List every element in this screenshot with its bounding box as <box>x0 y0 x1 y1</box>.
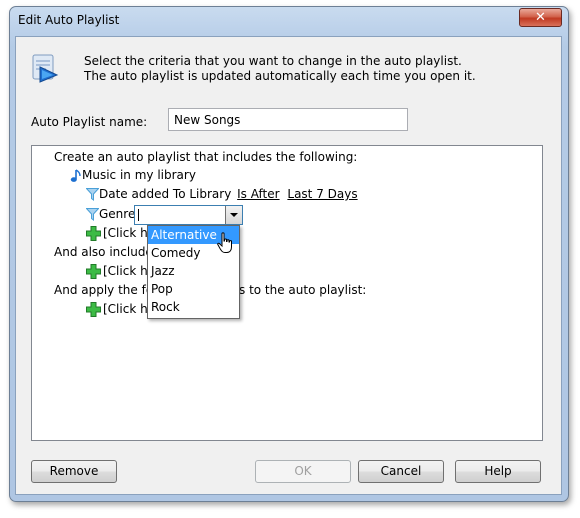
ok-button[interactable]: OK <box>255 460 351 483</box>
genre-option[interactable]: Rock <box>148 298 239 316</box>
filter-icon <box>86 208 99 221</box>
playlist-name-input[interactable] <box>168 108 408 131</box>
rule-date-added[interactable]: Date added To Library Is After Last 7 Da… <box>86 186 358 202</box>
header-line-1: Select the criteria that you want to cha… <box>84 54 462 68</box>
genre-dropdown-list[interactable]: Alternative Comedy Jazz Pop Rock <box>147 225 240 319</box>
chevron-down-icon <box>230 213 238 217</box>
header-description: Select the criteria that you want to cha… <box>84 54 476 84</box>
source-row[interactable]: Music in my library <box>70 167 196 183</box>
filter-icon <box>86 188 99 201</box>
criteria-intro: Create an auto playlist that includes th… <box>54 150 358 164</box>
header-line-2: The auto playlist is updated automatical… <box>84 69 476 83</box>
add-rule-row-2[interactable]: [Click he <box>86 263 155 279</box>
text-caret <box>138 209 139 221</box>
genre-combobox[interactable] <box>134 205 243 225</box>
rule-date-operator[interactable]: Is After <box>237 187 279 201</box>
genre-option[interactable]: Pop <box>148 280 239 298</box>
remove-button[interactable]: Remove <box>31 460 117 483</box>
rule-date-field: Date added To Library <box>99 187 232 201</box>
help-button[interactable]: Help <box>455 460 541 483</box>
window-title: Edit Auto Playlist <box>18 13 120 27</box>
music-note-icon <box>70 168 81 182</box>
dialog-client-area: Select the criteria that you want to cha… <box>15 36 562 495</box>
add-plus-icon <box>86 302 101 317</box>
dropdown-button[interactable] <box>225 206 242 224</box>
also-includes-label: And also include <box>54 245 153 259</box>
rule-date-value[interactable]: Last 7 Days <box>287 187 357 201</box>
hand-cursor-icon <box>217 232 232 253</box>
add-rule-row-1[interactable]: [Click he <box>86 225 155 241</box>
edit-auto-playlist-window: Edit Auto Playlist ✕ Select the criteria… <box>9 6 569 502</box>
add-rule-row-3[interactable]: [Click he <box>86 301 155 317</box>
title-bar: Edit Auto Playlist ✕ <box>10 7 568 33</box>
rule-genre-field: Genre <box>99 207 136 221</box>
playlist-name-label: Auto Playlist name: <box>31 115 148 129</box>
add-plus-icon <box>86 264 101 279</box>
add-plus-icon <box>86 226 101 241</box>
cancel-button[interactable]: Cancel <box>358 460 444 483</box>
genre-option[interactable]: Jazz <box>148 262 239 280</box>
apply-restrictions-label-tail: s to the auto playlist: <box>239 283 367 297</box>
close-button[interactable]: ✕ <box>519 8 562 27</box>
criteria-tree[interactable]: Create an auto playlist that includes th… <box>31 145 543 441</box>
playlist-icon <box>32 54 59 83</box>
apply-restrictions-label: And apply the fol <box>54 283 157 297</box>
source-label: Music in my library <box>82 168 196 182</box>
